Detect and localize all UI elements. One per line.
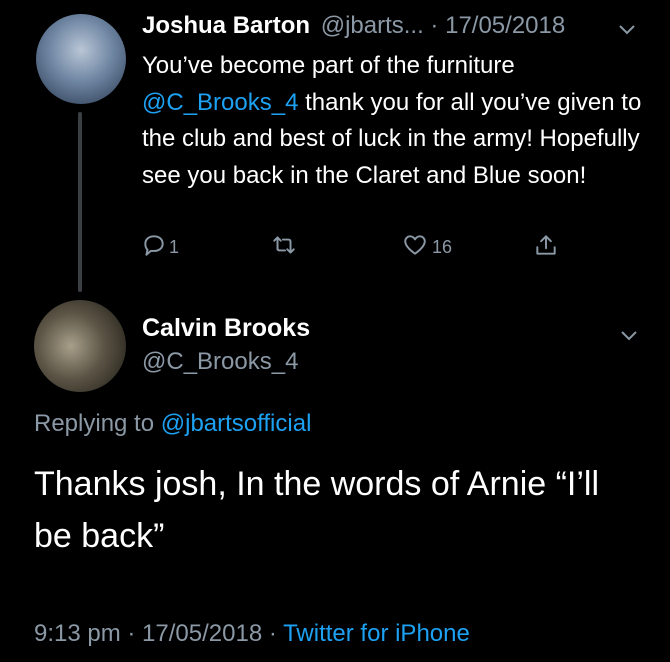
retweet-button[interactable] bbox=[271, 232, 297, 263]
meta-separator: · bbox=[262, 620, 284, 647]
tweet2-author-handle[interactable]: @C_Brooks_4 bbox=[142, 348, 298, 376]
tweet1-text-line1: You’ve become part of the furniture bbox=[142, 52, 515, 79]
avatar-joshua-barton[interactable] bbox=[36, 14, 126, 104]
tweet2-source-link[interactable]: Twitter for iPhone bbox=[283, 620, 470, 647]
replying-to-line: Replying to @jbartsofficial bbox=[34, 410, 311, 438]
tweet2-text: Thanks josh, In the words of Arnie “I’ll… bbox=[34, 465, 600, 555]
tweet1-header: Joshua Barton @jbarts... · 17/05/2018 bbox=[142, 12, 565, 40]
chevron-down-icon[interactable] bbox=[618, 20, 636, 41]
avatar-calvin-brooks[interactable] bbox=[34, 300, 126, 392]
reply-count: 1 bbox=[169, 237, 180, 257]
share-button[interactable] bbox=[533, 232, 559, 263]
chevron-down-icon[interactable] bbox=[620, 326, 638, 347]
meta-separator: · bbox=[120, 620, 143, 647]
tweet2-time[interactable]: 9:13 pm bbox=[34, 620, 121, 647]
tweet1-mention-link[interactable]: @C_Brooks_4 bbox=[142, 89, 298, 116]
tweet1-date[interactable]: 17/05/2018 bbox=[445, 12, 565, 39]
like-count: 16 bbox=[432, 237, 453, 257]
tweet1-action-bar: 1 16 bbox=[0, 232, 670, 268]
tweet1-text: You’ve become part of the furniture @C_B… bbox=[142, 48, 642, 194]
reply-button[interactable]: 1 bbox=[141, 232, 179, 263]
replying-to-prefix: Replying to bbox=[34, 410, 161, 437]
tweet1-separator: · bbox=[423, 12, 446, 39]
tweet2-date[interactable]: 17/05/2018 bbox=[142, 620, 262, 647]
reply-icon bbox=[141, 232, 167, 263]
replying-to-handle-link[interactable]: @jbartsofficial bbox=[161, 410, 312, 437]
tweet2-author-name[interactable]: Calvin Brooks bbox=[142, 314, 310, 343]
retweet-icon bbox=[271, 232, 297, 263]
tweet1-author-handle[interactable]: @jbarts... bbox=[321, 12, 424, 39]
tweet2-meta: 9:13 pm · 17/05/2018 · Twitter for iPhon… bbox=[34, 620, 470, 648]
tweet1-author-name[interactable]: Joshua Barton bbox=[142, 12, 310, 39]
share-icon bbox=[533, 232, 559, 263]
heart-icon bbox=[402, 232, 428, 263]
like-button[interactable]: 16 bbox=[402, 232, 452, 263]
